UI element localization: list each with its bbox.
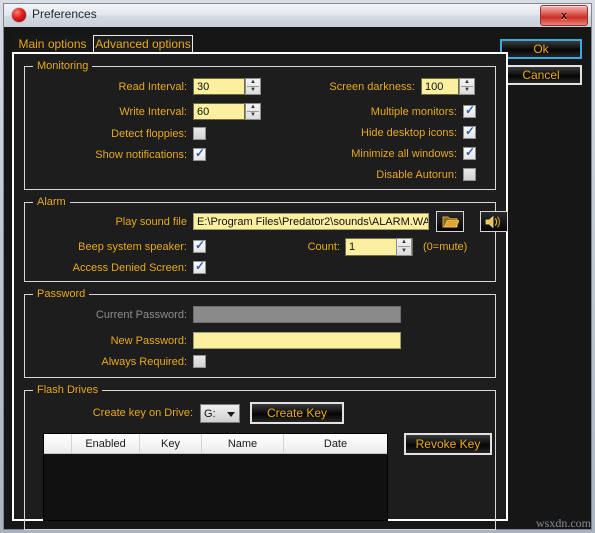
show-notifications-checkbox[interactable] [193, 146, 206, 161]
keys-table-header: Enabled Key Name Date [44, 434, 387, 454]
play-sound-file-input[interactable]: E:\Program Files\Predator2\sounds\ALARM.… [193, 213, 429, 230]
tab-strip: Main options Advanced options [12, 35, 508, 53]
tab-main-options-label: Main options [18, 37, 87, 51]
multiple-monitors-label: Multiple monitors: [370, 106, 457, 118]
window-inner: Preferences x Main options Advanced opti… [3, 3, 592, 530]
beep-system-speaker-checkbox[interactable] [193, 238, 206, 253]
keys-table[interactable]: Enabled Key Name Date [43, 433, 388, 521]
flash-drives-group: Flash Drives Create key on Drive: G: Cre… [24, 384, 496, 530]
new-password-label: New Password: [110, 335, 187, 347]
minimize-all-windows-checkbox[interactable] [463, 145, 476, 160]
column-header-key[interactable]: Key [140, 434, 202, 453]
count-mute-note: (0=mute) [423, 241, 468, 253]
cancel-button-label: Cancel [522, 68, 560, 82]
drive-select[interactable]: G: [200, 404, 240, 423]
access-denied-screen-checkbox[interactable] [193, 259, 206, 274]
minimize-all-windows-label: Minimize all windows: [351, 148, 457, 160]
count-value: 1 [349, 241, 356, 253]
hide-desktop-icons-checkbox[interactable] [463, 124, 476, 139]
spinner-divider [398, 246, 410, 247]
spinner-down-icon[interactable]: ▼ [397, 248, 411, 255]
close-button[interactable]: x [540, 5, 588, 26]
app-icon [12, 8, 26, 22]
alarm-group-title: Alarm [33, 196, 70, 208]
show-notifications-label: Show notifications: [95, 149, 187, 161]
disable-autorun-checkbox[interactable] [463, 168, 476, 181]
always-required-checkbox[interactable] [193, 355, 206, 368]
create-key-button[interactable]: Create Key [250, 402, 344, 424]
folder-open-icon [442, 216, 459, 228]
spinner-up-icon[interactable]: ▲ [460, 79, 474, 86]
disable-autorun-label: Disable Autorun: [376, 169, 457, 181]
always-required-label: Always Required: [101, 356, 187, 368]
password-group-title: Password [33, 288, 90, 300]
chevron-down-icon [227, 412, 235, 417]
write-interval-input[interactable]: 60 [193, 103, 245, 120]
preferences-window: Preferences x Main options Advanced opti… [0, 0, 595, 533]
column-header-select[interactable] [44, 434, 72, 453]
read-interval-label: Read Interval: [118, 81, 187, 93]
create-key-on-drive-label: Create key on Drive: [92, 407, 193, 419]
write-interval-label: Write Interval: [119, 106, 187, 118]
screen-darkness-spinner[interactable]: ▲ ▼ [459, 78, 475, 95]
tab-main-options[interactable]: Main options [12, 35, 93, 53]
count-input[interactable]: 1 ▲ ▼ [345, 238, 413, 256]
screen-darkness-input[interactable]: 100 [421, 78, 459, 95]
ok-button-label: Ok [533, 42, 549, 56]
beep-system-speaker-label: Beep system speaker: [78, 241, 187, 253]
drive-select-value: G: [204, 408, 216, 420]
tab-advanced-options[interactable]: Advanced options [93, 35, 193, 53]
spinner-down-icon[interactable]: ▼ [460, 87, 474, 94]
ok-button[interactable]: Ok [500, 39, 582, 59]
speaker-icon [485, 215, 501, 228]
close-icon: x [560, 9, 568, 22]
count-label: Count: [307, 241, 340, 253]
new-password-input[interactable] [193, 332, 401, 349]
title-bar: Preferences x [4, 4, 591, 28]
password-group: Password Current Password: New Password:… [24, 288, 496, 378]
play-sound-file-label: Play sound file [115, 216, 187, 228]
revoke-key-button[interactable]: Revoke Key [404, 433, 492, 455]
read-interval-input[interactable]: 30 [193, 78, 245, 95]
column-header-enabled[interactable]: Enabled [72, 434, 140, 453]
flash-drives-group-title: Flash Drives [33, 384, 103, 396]
create-key-button-label: Create Key [266, 406, 328, 420]
browse-sound-file-button[interactable] [436, 211, 464, 232]
watermark: wsxdn.com [536, 516, 591, 530]
access-denied-screen-label: Access Denied Screen: [72, 262, 187, 274]
monitoring-group-title: Monitoring [33, 60, 93, 72]
screen-darkness-label: Screen darkness: [329, 81, 415, 93]
detect-floppies-label: Detect floppies: [111, 128, 187, 140]
column-header-date[interactable]: Date [284, 434, 387, 453]
column-header-name[interactable]: Name [202, 434, 284, 453]
spinner-up-icon[interactable]: ▲ [397, 239, 411, 246]
tab-advanced-options-label: Advanced options [95, 37, 191, 51]
detect-floppies-checkbox[interactable] [193, 127, 206, 140]
hide-desktop-icons-label: Hide desktop icons: [361, 127, 457, 139]
window-title: Preferences [32, 7, 97, 21]
cancel-button[interactable]: Cancel [500, 65, 582, 85]
main-options-panel: Monitoring Read Interval: 30 ▲ ▼ Write I… [12, 52, 508, 530]
multiple-monitors-checkbox[interactable] [463, 103, 476, 118]
monitoring-group: Monitoring Read Interval: 30 ▲ ▼ Write I… [24, 60, 496, 190]
alarm-group: Alarm Play sound file E:\Program Files\P… [24, 196, 508, 282]
play-sound-button[interactable] [480, 211, 508, 232]
count-spinner[interactable]: ▲ ▼ [396, 238, 412, 256]
client-area: Main options Advanced options Ok Cancel … [4, 27, 591, 530]
revoke-key-button-label: Revoke Key [415, 437, 481, 451]
current-password-input[interactable] [193, 306, 401, 323]
current-password-label: Current Password: [95, 309, 187, 321]
